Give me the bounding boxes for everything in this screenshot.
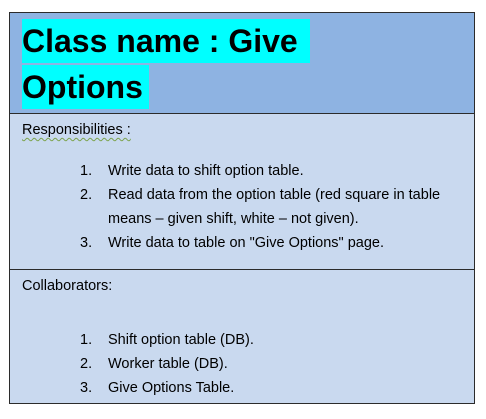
list-item-text: Read data from the option table (red squ… xyxy=(108,187,441,227)
list-item: 2. Read data from the option table (red … xyxy=(80,183,450,231)
collaborators-list: 1. Shift option table (DB). 2. Worker ta… xyxy=(80,328,450,400)
list-item: 3. Write data to table on "Give Options"… xyxy=(80,231,450,255)
list-item-text: Worker table (DB). xyxy=(108,356,228,372)
list-item-number: 2. xyxy=(80,356,93,372)
list-item-number: 2. xyxy=(80,187,93,203)
list-item-text: Give Options Table. xyxy=(108,380,235,396)
class-name-title: Class name : Give Options xyxy=(22,19,310,109)
title-line-2: Options xyxy=(22,65,149,109)
list-item-number: 3. xyxy=(80,235,93,251)
responsibilities-section: Responsibilities : 1. Write data to shif… xyxy=(10,114,474,270)
title-line-1: Class name : Give xyxy=(22,19,310,63)
list-item-number: 3. xyxy=(80,380,93,396)
list-item-number: 1. xyxy=(80,163,93,179)
list-item: 2. Worker table (DB). xyxy=(80,352,450,376)
list-item-text: Shift option table (DB). xyxy=(108,332,254,348)
responsibilities-label: Responsibilities : xyxy=(22,122,131,138)
list-item-text: Write data to shift option table. xyxy=(108,163,304,179)
list-item-number: 1. xyxy=(80,332,93,348)
responsibilities-list: 1. Write data to shift option table. 2. … xyxy=(80,159,450,255)
list-item: 1. Shift option table (DB). xyxy=(80,328,450,352)
list-item: 1. Write data to shift option table. xyxy=(80,159,450,183)
list-item-text: Write data to table on "Give Options" pa… xyxy=(108,235,385,251)
collaborators-label: Collaborators: xyxy=(22,278,113,294)
crc-card: Class name : Give Options Responsibiliti… xyxy=(9,12,475,404)
card-header: Class name : Give Options xyxy=(10,13,474,114)
collaborators-section: Collaborators: 1. Shift option table (DB… xyxy=(10,270,474,403)
list-item: 3. Give Options Table. xyxy=(80,376,450,400)
